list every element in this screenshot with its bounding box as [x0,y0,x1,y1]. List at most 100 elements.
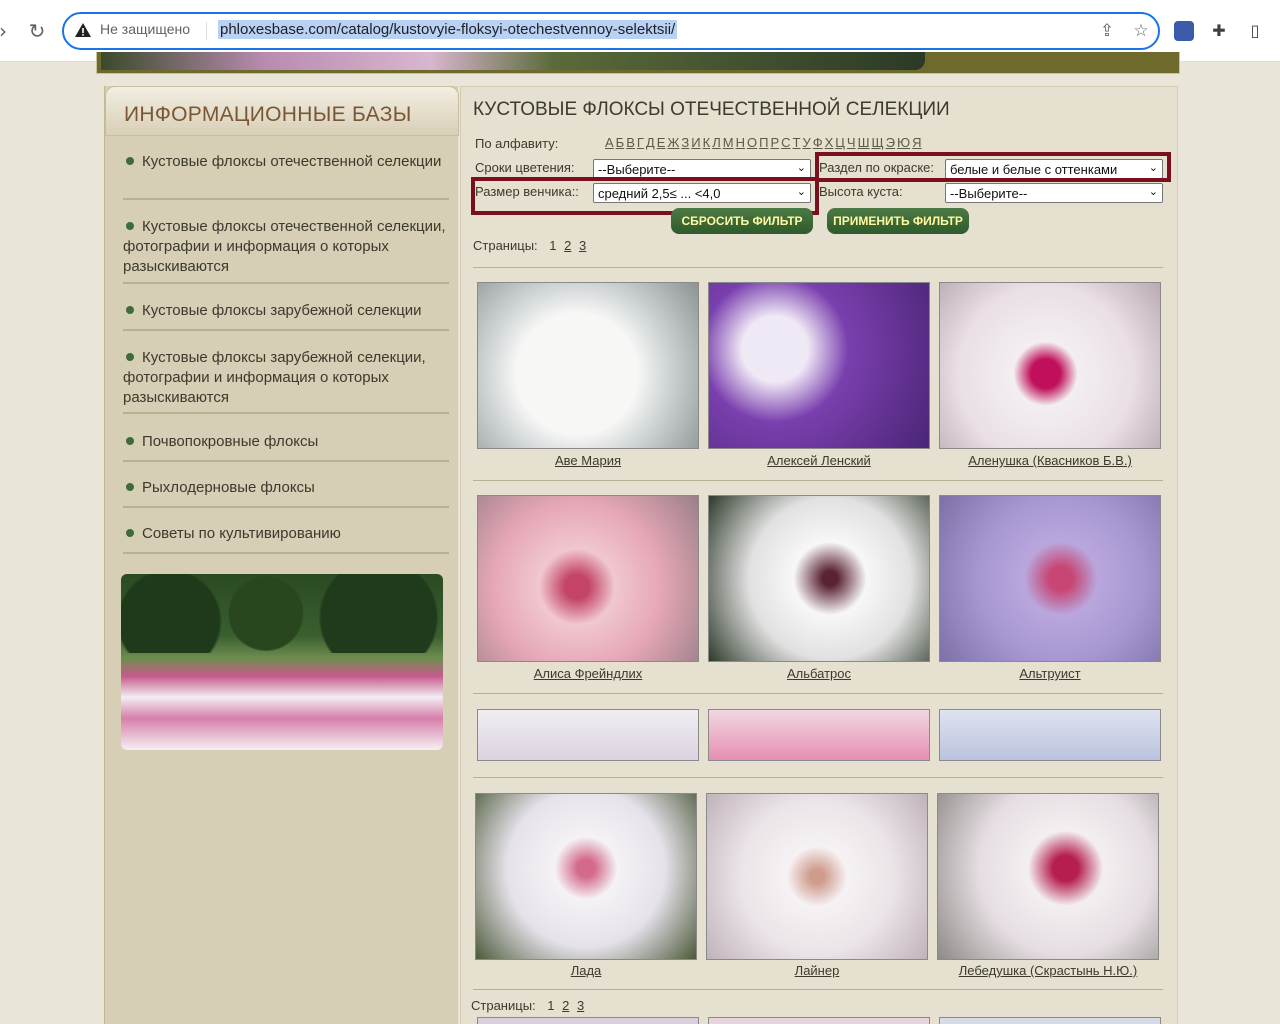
share-icon[interactable]: ⇪ [1096,20,1118,42]
phlox-photo[interactable] [475,793,697,960]
card-title-link[interactable]: Лайнер [706,963,928,978]
reset-filter-button[interactable]: СБРОСИТЬ ФИЛЬТР [671,208,813,234]
alphabet-letter-link[interactable]: Ж [667,135,679,150]
page-3-link[interactable]: 3 [577,998,584,1013]
page-2-link[interactable]: 2 [564,238,571,253]
phlox-photo[interactable] [937,793,1159,960]
card-title-link[interactable]: Аве Мария [477,453,699,468]
phlox-photo[interactable] [939,282,1161,449]
page-2-link[interactable]: 2 [562,998,569,1013]
url-text[interactable]: phloxesbase.com/catalog/kustovyie-floksy… [218,20,678,39]
forward-icon[interactable]: › [0,18,16,44]
alphabet-letter-link[interactable]: Л [712,135,721,150]
phlox-photo[interactable] [939,495,1161,662]
security-label[interactable]: Не защищено [100,21,190,37]
alphabet-letter-link[interactable]: О [747,135,757,150]
alphabet-letter-link[interactable]: Щ [872,135,884,150]
phlox-photo[interactable] [939,709,1161,761]
alphabet-letter-link[interactable]: В [626,135,635,150]
phlox-photo[interactable] [477,1017,699,1024]
alphabet-letter-link[interactable]: С [781,135,790,150]
alphabet-letter-link[interactable]: Ш [858,135,870,150]
reload-icon[interactable]: ↻ [24,18,50,44]
bloom-select[interactable]: --Выберите-- ⌄ [593,159,811,179]
extension-icon[interactable] [1174,21,1194,41]
alphabet-letter-link[interactable]: У [802,135,810,150]
color-filter-highlight [815,152,1171,182]
phlox-photo[interactable] [708,709,930,761]
height-select[interactable]: --Выберите-- ⌄ [945,183,1163,203]
sidebar-header: ИНФОРМАЦИОННЫЕ БАЗЫ [105,86,459,136]
sidebar-item-groundcover[interactable]: Почвопокровные флоксы [123,432,449,462]
phlox-photo[interactable] [708,1017,930,1024]
sidebar-item-tips[interactable]: Советы по культивированию [123,524,449,554]
phlox-photo[interactable] [477,495,699,662]
alphabet-letter-link[interactable]: З [681,135,689,150]
sidebar-item-label[interactable]: Кустовые флоксы зарубежной селекции, фот… [123,349,426,406]
phlox-photo[interactable] [708,282,930,449]
apply-filter-button[interactable]: ПРИМЕНИТЬ ФИЛЬТР [827,208,969,234]
alphabet-letter-link[interactable]: Х [825,135,834,150]
bullet-icon [126,529,134,537]
card-title-link[interactable]: Алиса Фрейндлих [477,666,699,681]
chevron-down-icon[interactable]: ⌄ [797,161,806,174]
alphabet-letter-link[interactable]: Н [736,135,745,150]
alphabet-letter-link[interactable]: Г [637,135,644,150]
sidepanel-icon[interactable]: ▯ [1244,20,1266,42]
bloom-select-value[interactable]: --Выберите-- [598,162,675,177]
alphabet-letter-link[interactable]: И [691,135,700,150]
alphabet-letter-link[interactable]: П [759,135,768,150]
garden-photo [121,574,443,750]
card-title-link[interactable]: Лада [475,963,697,978]
alphabet-letter-link[interactable]: Ю [897,135,910,150]
sidebar-item-label[interactable]: Советы по культивированию [142,525,341,542]
alphabet-letter-link[interactable]: Д [646,135,655,150]
alphabet-letter-link[interactable]: Е [657,135,666,150]
alphabet-letter-link[interactable]: Ц [835,135,845,150]
chevron-down-icon[interactable]: ⌄ [1149,185,1158,198]
phlox-photo[interactable] [708,495,930,662]
sidebar-item-foreign[interactable]: Кустовые флоксы зарубежной селекции [123,301,449,331]
card-title-link[interactable]: Альтруист [939,666,1161,681]
address-bar[interactable]: Не защищено phloxesbase.com/catalog/kust… [62,12,1160,50]
phlox-photo[interactable] [706,793,928,960]
alphabet-letter-link[interactable]: М [723,135,734,150]
card-title-link[interactable]: Лебедушка (Скрастынь Н.Ю.) [937,963,1159,978]
alphabet-letter-link[interactable]: Я [912,135,921,150]
alphabet-letter-link[interactable]: Ф [813,135,823,150]
page-1-link[interactable]: 1 [547,998,554,1013]
phlox-photo[interactable] [477,709,699,761]
alphabet-letter-link[interactable]: К [703,135,711,150]
alphabet-letter-link[interactable]: А [605,135,614,150]
sidebar-item-foreign-wanted[interactable]: Кустовые флоксы зарубежной селекции, фот… [123,348,449,414]
alphabet-links[interactable]: АБВГДЕЖЗИКЛМНОПРСТУФХЦЧШЩЭЮЯ [605,135,924,150]
card-title-link[interactable]: Алексей Ленский [708,453,930,468]
alphabet-letter-link[interactable]: Ч [847,135,856,150]
page-3-link[interactable]: 3 [579,238,586,253]
alphabet-letter-link[interactable]: Б [616,135,625,150]
alphabet-letter-link[interactable]: Э [886,135,895,150]
sidebar-item-label[interactable]: Рыхлодерновые флоксы [142,479,315,496]
bullet-icon [126,437,134,445]
phlox-photo[interactable] [939,1017,1161,1024]
height-select-value[interactable]: --Выберите-- [950,186,1027,201]
alphabet-letter-link[interactable]: Р [770,135,779,150]
sidebar-item-loose-sod[interactable]: Рыхлодерновые флоксы [123,478,449,508]
sidebar-item-domestic[interactable]: Кустовые флоксы отечественной селекции [123,152,449,200]
alphabet-label: По алфавиту: [475,136,559,151]
bullet-icon [126,483,134,491]
page-1-link[interactable]: 1 [549,238,556,253]
puzzle-icon[interactable]: ✚ [1208,20,1230,42]
sidebar-item-label[interactable]: Почвопокровные флоксы [142,433,318,450]
sidebar-item-label[interactable]: Кустовые флоксы отечественной селекции, … [123,218,446,275]
sidebar-item-label[interactable]: Кустовые флоксы отечественной селекции [142,153,441,170]
card-title-link[interactable]: Альбатрос [708,666,930,681]
card-title-link[interactable]: Аленушка (Квасников Б.В.) [939,453,1161,468]
sidebar-item-domestic-wanted[interactable]: Кустовые флоксы отечественной селекции, … [123,217,449,284]
star-icon[interactable]: ☆ [1130,20,1152,42]
alphabet-letter-link[interactable]: Т [793,135,801,150]
sidebar-item-label[interactable]: Кустовые флоксы зарубежной селекции [142,302,422,319]
phlox-photo[interactable] [477,282,699,449]
sidebar: ИНФОРМАЦИОННЫЕ БАЗЫ Кустовые флоксы отеч… [104,86,459,1024]
pagination-top: Страницы: 1 2 3 [473,238,586,253]
